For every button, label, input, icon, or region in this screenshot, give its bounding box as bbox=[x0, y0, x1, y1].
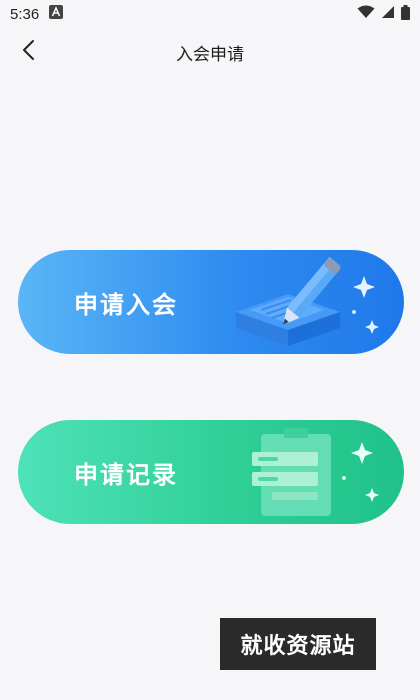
wifi-icon bbox=[357, 5, 375, 23]
application-records-label: 申请记录 bbox=[74, 460, 178, 489]
status-bar: 5:36 bbox=[0, 0, 420, 28]
notification-a-icon bbox=[49, 5, 64, 23]
signal-icon bbox=[381, 5, 395, 23]
watermark-label: 就收资源站 bbox=[220, 618, 376, 670]
apply-membership-button[interactable]: 申请入会 bbox=[18, 250, 404, 354]
apply-membership-label: 申请入会 bbox=[74, 290, 178, 319]
battery-icon bbox=[401, 4, 410, 24]
clipboard-list-icon bbox=[206, 420, 386, 524]
status-time: 5:36 bbox=[10, 5, 40, 23]
pencil-book-icon bbox=[206, 250, 386, 354]
app-bar: 入会申请 bbox=[0, 28, 420, 76]
application-records-button[interactable]: 申请记录 bbox=[18, 420, 404, 524]
page-title: 入会申请 bbox=[176, 44, 244, 65]
